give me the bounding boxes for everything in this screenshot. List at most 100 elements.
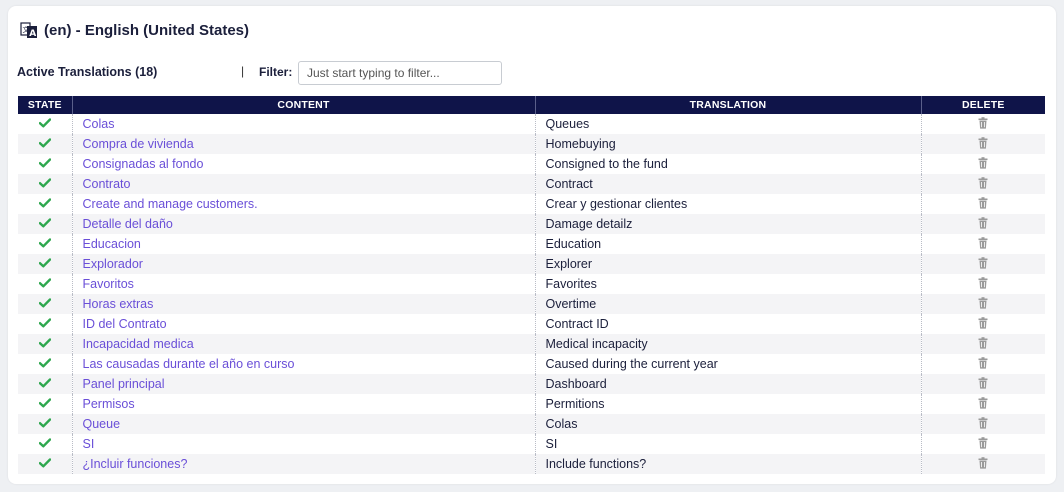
content-cell: Queue (72, 414, 536, 434)
content-link[interactable]: Favoritos (83, 277, 134, 291)
trash-icon[interactable] (978, 436, 988, 452)
content-link[interactable]: Consignadas al fondo (83, 157, 204, 171)
content-link[interactable]: Educacion (83, 237, 141, 251)
check-icon (38, 237, 51, 251)
delete-cell (921, 114, 1045, 134)
table-row: Detalle del daño Damage detailz (18, 214, 1045, 234)
content-link[interactable]: ID del Contrato (83, 317, 167, 331)
state-cell (18, 334, 73, 354)
check-icon (38, 177, 51, 191)
table-row: Horas extras Overtime (18, 294, 1045, 314)
delete-cell (921, 354, 1045, 374)
filter-input[interactable] (298, 61, 502, 85)
content-link[interactable]: Las causadas durante el año en curso (83, 357, 295, 371)
check-icon (38, 157, 51, 171)
check-icon (38, 397, 51, 411)
trash-icon[interactable] (978, 356, 988, 372)
translation-cell: Colas (535, 414, 922, 434)
state-cell (18, 234, 73, 254)
column-header-translation[interactable]: TRANSLATION (535, 96, 922, 114)
check-icon (38, 457, 51, 471)
column-header-delete[interactable]: DELETE (921, 96, 1045, 114)
delete-cell (921, 214, 1045, 234)
translate-icon: 文 A (20, 21, 38, 39)
delete-cell (921, 134, 1045, 154)
check-icon (38, 117, 51, 131)
trash-icon[interactable] (978, 236, 988, 252)
table-row: Consignadas al fondo Consigned to the fun… (18, 154, 1045, 174)
trash-icon[interactable] (978, 136, 988, 152)
svg-text:A: A (29, 29, 36, 39)
trash-icon[interactable] (978, 156, 988, 172)
state-cell (18, 414, 73, 434)
column-header-state[interactable]: STATE (18, 96, 73, 114)
content-cell: Permisos (72, 394, 536, 414)
trash-icon[interactable] (978, 176, 988, 192)
translation-cell: Consigned to the fund (535, 154, 922, 174)
translation-cell: Overtime (535, 294, 922, 314)
content-link[interactable]: Permisos (83, 397, 135, 411)
content-cell: Create and manage customers. (72, 194, 536, 214)
state-cell (18, 174, 73, 194)
state-cell (18, 454, 73, 474)
trash-icon[interactable] (978, 196, 988, 212)
translation-cell: Dashboard (535, 374, 922, 394)
content-link[interactable]: Horas extras (83, 297, 154, 311)
trash-icon[interactable] (978, 276, 988, 292)
trash-icon[interactable] (978, 116, 988, 132)
delete-cell (921, 414, 1045, 434)
table-row: Las causadas durante el año en curso Caus… (18, 354, 1045, 374)
trash-icon[interactable] (978, 316, 988, 332)
translation-cell: Explorer (535, 254, 922, 274)
translation-cell: Favorites (535, 274, 922, 294)
check-icon (38, 357, 51, 371)
translation-cell: Medical incapacity (535, 334, 922, 354)
content-cell: Compra de vivienda (72, 134, 536, 154)
state-cell (18, 114, 73, 134)
trash-icon[interactable] (978, 296, 988, 312)
trash-icon[interactable] (978, 416, 988, 432)
check-icon (38, 197, 51, 211)
translation-cell: Contract (535, 174, 922, 194)
table-row: Permisos Permitions (18, 394, 1045, 414)
trash-icon[interactable] (978, 216, 988, 232)
content-cell: ¿Incluir funciones? (72, 454, 536, 474)
delete-cell (921, 374, 1045, 394)
translation-cell: Damage detailz (535, 214, 922, 234)
state-cell (18, 194, 73, 214)
trash-icon[interactable] (978, 396, 988, 412)
state-cell (18, 434, 73, 454)
trash-icon[interactable] (978, 256, 988, 272)
state-cell (18, 294, 73, 314)
content-link[interactable]: Queue (83, 417, 121, 431)
content-link[interactable]: Detalle del daño (83, 217, 173, 231)
delete-cell (921, 194, 1045, 214)
content-link[interactable]: Create and manage customers. (83, 197, 258, 211)
content-link[interactable]: Contrato (83, 177, 131, 191)
trash-icon[interactable] (978, 376, 988, 392)
table-row: SI SI (18, 434, 1045, 454)
content-link[interactable]: ¿Incluir funciones? (83, 457, 188, 471)
content-cell: Explorador (72, 254, 536, 274)
content-link[interactable]: SI (83, 437, 95, 451)
content-link[interactable]: Incapacidad medica (83, 337, 194, 351)
state-cell (18, 274, 73, 294)
content-link[interactable]: Explorador (83, 257, 143, 271)
content-cell: Panel principal (72, 374, 536, 394)
content-link[interactable]: Panel principal (83, 377, 165, 391)
title-row: 文 A (en) - English (United States) (20, 20, 249, 40)
translation-cell: Include functions? (535, 454, 922, 474)
content-link[interactable]: Compra de vivienda (83, 137, 194, 151)
state-cell (18, 314, 73, 334)
trash-icon[interactable] (978, 336, 988, 352)
content-link[interactable]: Colas (83, 117, 115, 131)
content-cell: SI (72, 434, 536, 454)
trash-icon[interactable] (978, 456, 988, 472)
column-header-content[interactable]: CONTENT (72, 96, 536, 114)
delete-cell (921, 254, 1045, 274)
content-cell: Colas (72, 114, 536, 134)
check-icon (38, 377, 51, 391)
state-cell (18, 374, 73, 394)
content-cell: Detalle del daño (72, 214, 536, 234)
check-icon (38, 137, 51, 151)
